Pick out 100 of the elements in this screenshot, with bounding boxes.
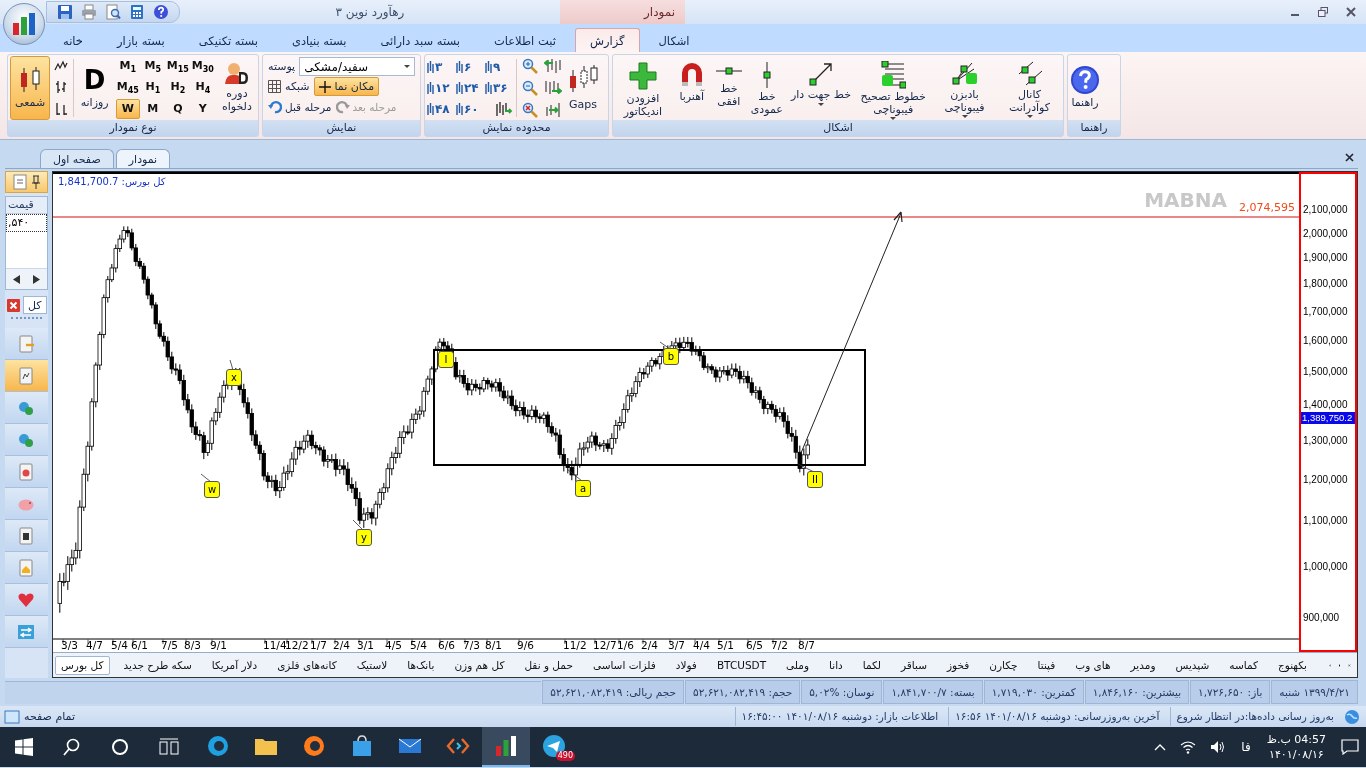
interval-button[interactable]: H$_{4}$ xyxy=(190,77,215,98)
interval-button[interactable]: M$_{5}$ xyxy=(140,56,165,77)
document-tab[interactable]: نمودار xyxy=(115,149,171,168)
notification-icon[interactable] xyxy=(1341,739,1359,755)
drawing-tool-button[interactable]: کانال کوآدرانت xyxy=(998,61,1061,119)
close-icon[interactable] xyxy=(1345,153,1354,162)
period-button[interactable]: Q xyxy=(165,98,190,119)
symbol-tab[interactable]: لاستیک xyxy=(350,655,394,675)
line-chart-icon[interactable] xyxy=(54,59,69,72)
zoom-in-icon[interactable] xyxy=(522,57,538,74)
interval-button[interactable]: M$_{15}$ xyxy=(165,56,190,77)
taskbar-app[interactable]: 490 xyxy=(530,727,578,767)
wave-label[interactable]: w xyxy=(204,481,220,498)
print-preview-icon[interactable] xyxy=(105,4,121,20)
document-tab[interactable]: صفحه اول xyxy=(40,149,114,168)
save-icon[interactable] xyxy=(57,4,73,20)
range-button[interactable]: ۱۲ xyxy=(427,80,455,95)
candlestick-button[interactable]: شمعی xyxy=(10,55,51,120)
range-button[interactable]: ۲۴ xyxy=(456,80,484,95)
symbol-tab[interactable]: کانه‌های فلزی xyxy=(271,655,343,675)
gaps-button[interactable]: Gaps xyxy=(566,55,600,120)
bars-arrow-icon[interactable] xyxy=(495,100,513,117)
restore-icon[interactable] xyxy=(1318,7,1328,17)
calculator-icon[interactable] xyxy=(129,4,145,20)
ribbon-tab[interactable]: ثبت اطلاعات xyxy=(478,28,571,52)
drawing-tool-button[interactable]: افزودن اندیکاتور xyxy=(615,61,671,119)
interval-button[interactable]: H$_{1}$ xyxy=(140,77,165,98)
symbol-tab[interactable]: های وب xyxy=(1069,655,1117,675)
drawing-tool-button[interactable]: خط افقی xyxy=(712,61,745,109)
drawing-tool-button[interactable]: خط جهت دار xyxy=(788,61,854,106)
symbol-tab[interactable]: کل هم وزن xyxy=(448,655,511,675)
task-view-icon[interactable] xyxy=(159,738,179,756)
symbol-tab[interactable]: لکما xyxy=(856,655,887,675)
interval-button[interactable]: M$_{30}$ xyxy=(190,56,215,77)
symbol-tab[interactable]: سکه طرح جدید xyxy=(117,655,198,675)
symbol-tab[interactable]: فولاد xyxy=(669,655,703,675)
drawing-tool-button[interactable]: خط عمودی xyxy=(747,61,787,117)
period-button[interactable]: Y xyxy=(190,98,215,119)
ribbon-tab[interactable]: اشکال xyxy=(643,28,705,52)
clock[interactable]: 04:57 ب.ظ ۱۴۰۱/۰۸/۱۶ xyxy=(1266,732,1326,762)
ribbon-tab[interactable]: بسته بازار xyxy=(102,28,180,52)
ribbon-tab[interactable]: خانه xyxy=(48,28,98,52)
period-button[interactable]: M xyxy=(140,98,165,119)
wave-label[interactable]: b xyxy=(663,348,679,365)
ribbon-tab[interactable]: بسته تکنیکی xyxy=(183,28,273,52)
speaker-icon[interactable] xyxy=(1210,740,1227,754)
help-icon[interactable] xyxy=(153,4,169,20)
interval-button[interactable]: M$_{1}$ xyxy=(115,56,140,77)
step-chart-icon[interactable] xyxy=(54,101,69,116)
wave-label[interactable]: a xyxy=(575,480,591,497)
grid-icon[interactable] xyxy=(268,80,281,93)
arrow-line[interactable] xyxy=(800,211,903,454)
ribbon-tab[interactable]: بسته سبد دارائی xyxy=(365,28,475,52)
range-button[interactable]: ۳۶ xyxy=(485,80,513,95)
symbol-tab[interactable]: فپنتا xyxy=(1031,655,1062,675)
search-icon[interactable] xyxy=(63,738,81,756)
wifi-icon[interactable] xyxy=(1180,740,1197,754)
symbol-tab[interactable]: سباقر xyxy=(895,655,933,675)
sidebar-item[interactable] xyxy=(5,520,48,552)
app-menu-button[interactable] xyxy=(3,3,45,45)
fullscreen-label[interactable]: تمام صفحه xyxy=(24,710,75,723)
range-button[interactable]: ۹ xyxy=(485,59,513,74)
zoom-out-icon[interactable] xyxy=(522,79,538,96)
symbol-tab[interactable]: دلار آمریکا xyxy=(205,655,264,675)
wave-label[interactable]: y xyxy=(356,529,372,546)
symbol-tab[interactable]: وملی xyxy=(780,655,815,675)
scroll-left-icon[interactable] xyxy=(544,57,562,74)
symbol-tab[interactable]: فلزات اساسی xyxy=(586,655,662,675)
symbol-tab[interactable]: شپدیس xyxy=(1169,655,1216,675)
skin-dropdown[interactable]: سفید/مشکی xyxy=(299,57,415,76)
zoom-reset-icon[interactable] xyxy=(522,101,538,118)
right-arrow-icon[interactable] xyxy=(33,274,41,284)
range-button[interactable]: ۶ xyxy=(456,59,484,74)
interval-button[interactable]: H$_{2}$ xyxy=(165,77,190,98)
rectangle-shape[interactable] xyxy=(433,349,866,466)
scroll-right-icon[interactable] xyxy=(544,79,562,96)
windows-logo-icon[interactable] xyxy=(15,738,33,756)
left-arrow-icon[interactable] xyxy=(12,274,20,284)
table-cell[interactable]: ,۵۴۰ xyxy=(6,214,47,232)
taskbar-app[interactable] xyxy=(482,727,530,767)
symbol-tab[interactable]: بانک‌ها xyxy=(401,655,441,675)
symbol-tab[interactable]: ومدیر xyxy=(1124,655,1162,675)
drawing-tool-button[interactable]: بادبزن فیبوناچی xyxy=(933,61,996,119)
symbol-tab[interactable]: کل بورس xyxy=(55,655,110,675)
chevron-up-icon[interactable] xyxy=(1154,743,1167,751)
symbol-tab[interactable]: بکهنوج xyxy=(1272,655,1313,675)
wave-label[interactable]: II xyxy=(807,471,823,488)
help-button[interactable]: راهنما xyxy=(1070,65,1100,110)
close-icon[interactable] xyxy=(1346,7,1356,17)
wave-label[interactable]: x xyxy=(226,369,242,386)
wave-label[interactable]: I xyxy=(438,351,454,368)
undo-button[interactable]: مرحله قبل xyxy=(268,99,332,114)
period-button[interactable]: W xyxy=(115,98,140,119)
drawing-tool-button[interactable]: خطوط تصحیح فیبوناچی xyxy=(855,61,931,121)
interval-button[interactable]: M$_{45}$ xyxy=(115,77,140,98)
symbol-tab[interactable]: فخوز xyxy=(941,655,976,675)
range-button[interactable]: ۳ xyxy=(427,59,455,74)
bar-chart-icon[interactable] xyxy=(54,79,69,94)
language-indicator[interactable]: فا xyxy=(1241,740,1251,754)
ribbon-tab[interactable]: بسته بنیادی xyxy=(276,28,362,52)
